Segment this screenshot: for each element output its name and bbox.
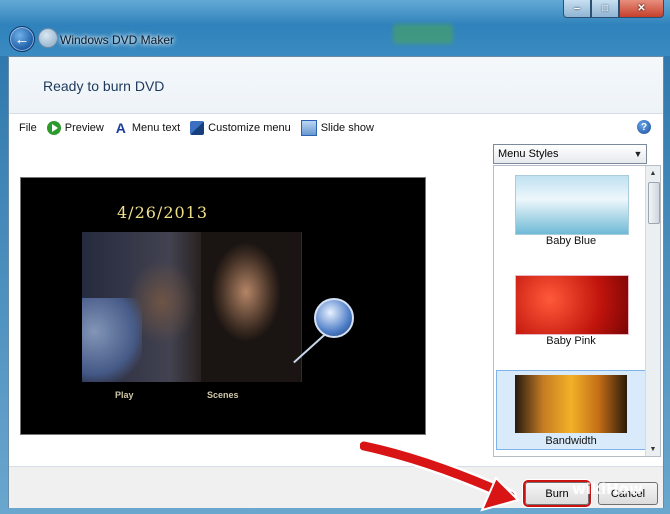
close-icon: ✕ <box>637 3 646 14</box>
customize-menu-label: Customize menu <box>208 122 291 134</box>
toolbar: File Preview A Menu text Customize menu … <box>9 113 663 143</box>
disc-title-text: 4/26/2013 <box>117 203 209 222</box>
play-icon <box>46 121 61 135</box>
wizard-header: Ready to burn DVD <box>9 57 663 113</box>
menu-text-button[interactable]: A Menu text <box>114 117 180 139</box>
minimize-icon: ‒ <box>574 3 580 14</box>
wizard-footer: Burn Cancel <box>9 466 663 508</box>
window-title: Windows DVD Maker <box>60 33 175 47</box>
preview-photo-overlay <box>82 298 142 382</box>
watermark: wikiHow <box>572 480 643 498</box>
customize-menu-button[interactable]: Customize menu <box>190 117 291 139</box>
menu-preview: 4/26/2013 Play Scenes <box>20 177 426 435</box>
dvd-maker-window: ← Windows DVD Maker ‒ □ ✕ Ready to burn … <box>0 0 670 514</box>
caption-buttons: ‒ □ ✕ <box>563 0 664 18</box>
chevron-down-icon: ▼ <box>633 149 643 159</box>
back-arrow-icon: ← <box>14 30 30 48</box>
style-label: Bandwidth <box>545 435 597 447</box>
style-item-baby-blue[interactable]: Baby Blue <box>496 170 646 250</box>
baby-blue-thumbnail <box>515 175 629 235</box>
style-label: Baby Blue <box>545 235 597 247</box>
style-item-baby-pink[interactable]: Baby Pink <box>496 270 646 350</box>
maximize-button[interactable]: □ <box>591 0 619 18</box>
style-label: Baby Pink <box>546 335 596 347</box>
file-menu[interactable]: File <box>19 117 37 139</box>
scenes-menu-item[interactable]: Scenes <box>207 390 239 400</box>
title-bar: ← Windows DVD Maker ‒ □ ✕ <box>0 0 670 56</box>
preview-photo-face <box>201 232 301 382</box>
menu-styles-gallery: Baby Blue Baby Pink Bandwidth ▲ ▼ <box>493 165 661 457</box>
menu-text-label: Menu text <box>131 122 181 134</box>
preview-label: Preview <box>64 122 104 134</box>
text-a-icon: A <box>115 120 126 136</box>
slide-show-label: Slide show <box>320 122 374 134</box>
style-item-bandwidth[interactable]: Bandwidth <box>496 370 646 450</box>
scroll-down-icon[interactable]: ▼ <box>646 442 660 456</box>
preview-button[interactable]: Preview <box>46 117 104 139</box>
scroll-up-icon[interactable]: ▲ <box>646 166 660 180</box>
menu-styles-value: Menu Styles <box>498 148 559 160</box>
slideshow-icon <box>300 120 317 136</box>
scroll-thumb[interactable] <box>648 182 660 224</box>
baby-pink-thumbnail <box>515 275 629 335</box>
play-menu-item[interactable]: Play <box>115 390 134 400</box>
back-button[interactable]: ← <box>9 26 35 52</box>
gallery-scrollbar[interactable]: ▲ ▼ <box>645 166 660 456</box>
slide-show-button[interactable]: Slide show <box>300 117 374 139</box>
close-button[interactable]: ✕ <box>619 0 664 18</box>
forward-button[interactable] <box>38 28 58 48</box>
bandwidth-thumbnail <box>515 375 627 433</box>
wizard-content: Ready to burn DVD File Preview A Menu te… <box>8 56 664 508</box>
minimize-button[interactable]: ‒ <box>563 0 591 18</box>
page-title: Ready to burn DVD <box>43 78 165 94</box>
menu-styles-dropdown[interactable]: Menu Styles ▼ <box>493 144 647 164</box>
customize-icon <box>190 121 205 135</box>
maximize-icon: □ <box>601 3 609 14</box>
bubble-ornament <box>314 298 354 338</box>
help-icon[interactable]: ? <box>637 120 651 134</box>
blurred-taskbar-item <box>393 24 453 44</box>
